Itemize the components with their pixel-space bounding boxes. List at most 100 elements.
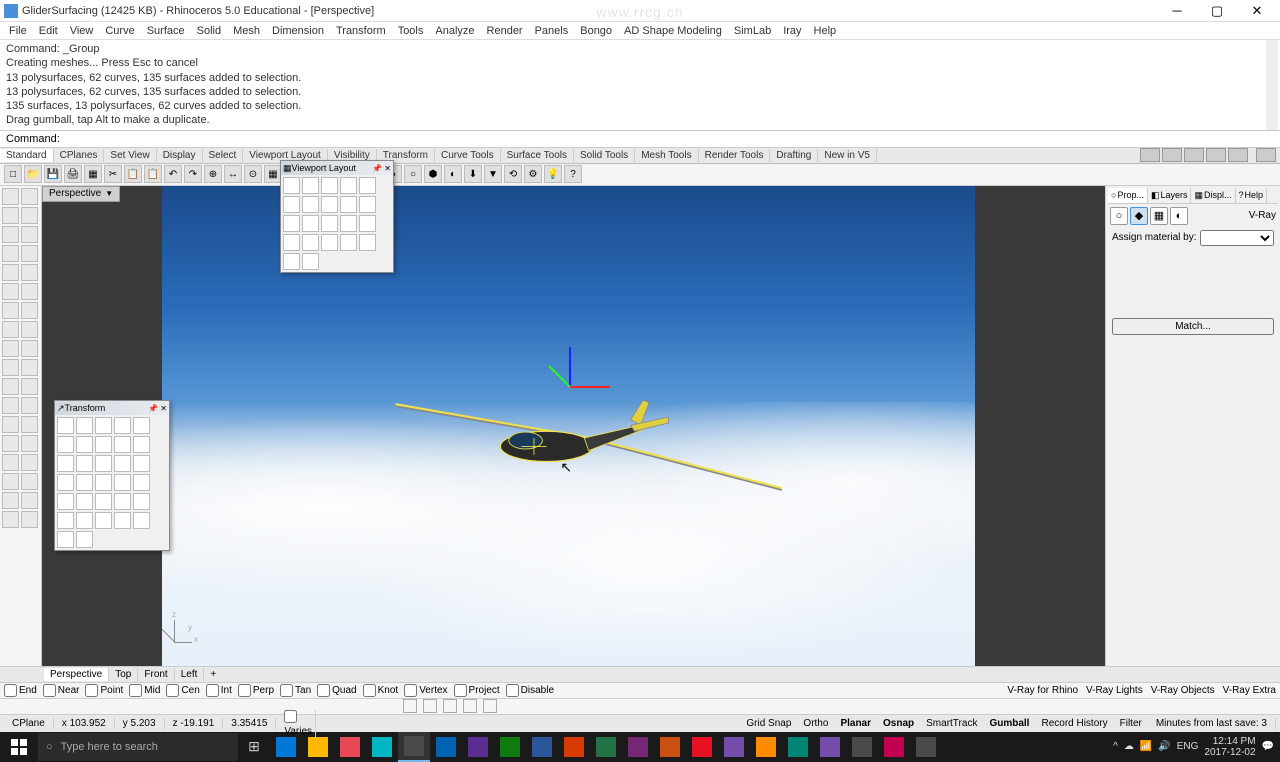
osnap-quad[interactable]: Quad — [317, 684, 356, 697]
transform-btn-15[interactable] — [57, 474, 74, 491]
osnap-point[interactable]: Point — [85, 684, 123, 697]
lefttool-14-1[interactable] — [21, 454, 38, 471]
transform-btn-0[interactable] — [57, 417, 74, 434]
transform-btn-11[interactable] — [76, 455, 93, 472]
status-toggle-ortho[interactable]: Ortho — [797, 718, 834, 729]
viewtab-perspective[interactable]: Perspective — [44, 668, 109, 681]
lefttool-0-1[interactable] — [21, 188, 38, 205]
prop-material-icon[interactable]: ◆ — [1130, 207, 1148, 225]
taskbar-app-18[interactable] — [846, 732, 878, 762]
status-toggle-grid-snap[interactable]: Grid Snap — [740, 718, 797, 729]
transform-btn-12[interactable] — [95, 455, 112, 472]
tooltab-drafting[interactable]: Drafting — [770, 149, 818, 162]
tray-cloud-icon[interactable]: ☁ — [1124, 741, 1134, 752]
transform-btn-24[interactable] — [133, 493, 150, 510]
taskbar-app-2[interactable] — [334, 732, 366, 762]
lefttool-3-0[interactable] — [2, 245, 19, 262]
rightpanel-tab-1[interactable]: ◧Layers — [1148, 188, 1192, 203]
vplayout-btn-9[interactable] — [359, 196, 376, 213]
tray-notifications-icon[interactable]: 💬 — [1262, 741, 1274, 752]
menu-curve[interactable]: Curve — [100, 25, 139, 37]
taskbar-app-19[interactable] — [878, 732, 910, 762]
lefttool-11-0[interactable] — [2, 397, 19, 414]
transform-btn-26[interactable] — [76, 512, 93, 529]
toolbar-btn-3[interactable]: 🖨 — [64, 165, 82, 183]
taskbar-app-6[interactable] — [462, 732, 494, 762]
lefttool-11-1[interactable] — [21, 397, 38, 414]
toolbar-btn-26[interactable]: ⚙ — [524, 165, 542, 183]
lefttool-2-1[interactable] — [21, 226, 38, 243]
taskbar-app-11[interactable] — [622, 732, 654, 762]
toolbar-btn-23[interactable]: ⬇ — [464, 165, 482, 183]
osnap-near[interactable]: Near — [43, 684, 80, 697]
transform-btn-25[interactable] — [57, 512, 74, 529]
transform-btn-9[interactable] — [133, 436, 150, 453]
vplayout-btn-3[interactable] — [340, 177, 357, 194]
tooltab-set-view[interactable]: Set View — [104, 149, 156, 162]
taskbar-app-1[interactable] — [302, 732, 334, 762]
lefttool-4-1[interactable] — [21, 264, 38, 281]
taskbar-app-0[interactable] — [270, 732, 302, 762]
assign-material-select[interactable] — [1200, 230, 1274, 246]
taskbar-app-3[interactable] — [366, 732, 398, 762]
rightpanel-tab-2[interactable]: ▦Displ... — [1191, 188, 1235, 203]
toolbar-btn-1[interactable]: 📁 — [24, 165, 42, 183]
lefttool-6-1[interactable] — [21, 302, 38, 319]
taskbar-app-16[interactable] — [782, 732, 814, 762]
viewtab-front[interactable]: Front — [138, 668, 174, 681]
lefttool-9-1[interactable] — [21, 359, 38, 376]
osnap-vertex[interactable]: Vertex — [404, 684, 447, 697]
render-preview-icon[interactable] — [1140, 148, 1160, 162]
transform-btn-30[interactable] — [57, 531, 74, 548]
transform-btn-18[interactable] — [114, 474, 131, 491]
windows-start-button[interactable] — [0, 732, 38, 762]
taskbar-app-17[interactable] — [814, 732, 846, 762]
toolbar-btn-12[interactable]: ⊙ — [244, 165, 262, 183]
tooltab-new-in-v5[interactable]: New in V5 — [818, 149, 877, 162]
toolbar-btn-10[interactable]: ⊕ — [204, 165, 222, 183]
lefttool-7-0[interactable] — [2, 321, 19, 338]
lefttool-4-0[interactable] — [2, 264, 19, 281]
units-checkbox[interactable] — [284, 710, 297, 723]
taskbar-app-12[interactable] — [654, 732, 686, 762]
toolbar-btn-28[interactable]: ? — [564, 165, 582, 183]
menu-view[interactable]: View — [65, 25, 99, 37]
transform-btn-13[interactable] — [114, 455, 131, 472]
transform-btn-2[interactable] — [95, 417, 112, 434]
lefttool-10-1[interactable] — [21, 378, 38, 395]
lefttool-10-0[interactable] — [2, 378, 19, 395]
transform-btn-5[interactable] — [57, 436, 74, 453]
tray-up-icon[interactable]: ^ — [1113, 741, 1118, 752]
toolbar-btn-22[interactable]: ◐ — [444, 165, 462, 183]
menu-analyze[interactable]: Analyze — [430, 25, 479, 37]
prop-object-icon[interactable]: ○ — [1110, 207, 1128, 225]
transform-btn-3[interactable] — [114, 417, 131, 434]
vplayout-btn-16[interactable] — [302, 234, 319, 251]
taskbar-search[interactable]: ○ Type here to search — [38, 733, 238, 761]
menu-transform[interactable]: Transform — [331, 25, 391, 37]
command-input[interactable] — [64, 133, 1274, 145]
lefttool-15-0[interactable] — [2, 473, 19, 490]
menu-edit[interactable]: Edit — [34, 25, 63, 37]
prop-decal-icon[interactable]: ◐ — [1170, 207, 1188, 225]
tooltab-render-tools[interactable]: Render Tools — [699, 149, 771, 162]
menu-file[interactable]: File — [4, 25, 32, 37]
vplayout-btn-2[interactable] — [321, 177, 338, 194]
transform-btn-14[interactable] — [133, 455, 150, 472]
vplayout-btn-14[interactable] — [359, 215, 376, 232]
lefttool-15-1[interactable] — [21, 473, 38, 490]
status-cplane[interactable]: CPlane — [4, 718, 54, 729]
tooltab-cplanes[interactable]: CPlanes — [54, 149, 105, 162]
viewport-title-tab[interactable]: Perspective ▼ — [42, 186, 120, 202]
lefttool-13-1[interactable] — [21, 435, 38, 452]
tray-lang[interactable]: ENG — [1177, 741, 1199, 752]
vplayout-btn-7[interactable] — [321, 196, 338, 213]
status-toggle-osnap[interactable]: Osnap — [877, 718, 920, 729]
lefttool-16-1[interactable] — [21, 492, 38, 509]
vplayout-btn-4[interactable] — [359, 177, 376, 194]
taskbar-app-8[interactable] — [526, 732, 558, 762]
toolbar-btn-4[interactable]: ▦ — [84, 165, 102, 183]
toolbar-btn-24[interactable]: ▼ — [484, 165, 502, 183]
lefttool-8-0[interactable] — [2, 340, 19, 357]
rightpanel-tab-0[interactable]: ○Prop... — [1108, 188, 1148, 203]
